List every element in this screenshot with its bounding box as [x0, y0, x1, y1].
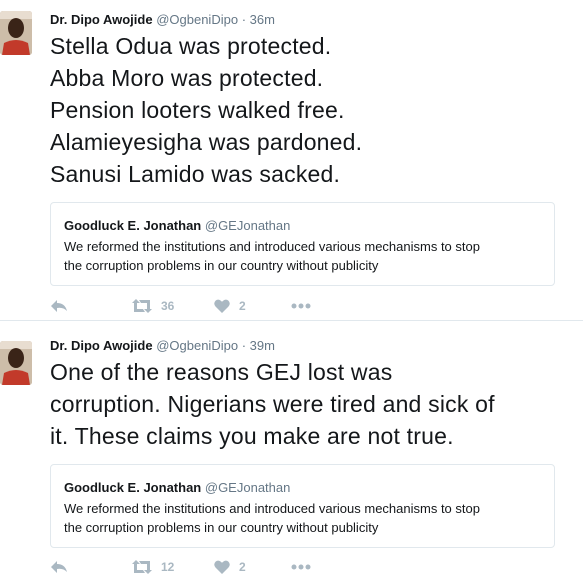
timestamp[interactable]: 36m [250, 12, 275, 27]
quoted-text-line: the corruption problems in our country w… [64, 520, 379, 535]
retweet-count: 36 [161, 299, 175, 313]
like-button[interactable]: 2 [214, 296, 246, 316]
tweet-text-line: Abba Moro was protected. [50, 65, 324, 91]
quoted-tweet[interactable]: Goodluck E. Jonathan @GEJonathan We refo… [50, 464, 555, 548]
quoted-tweet-text: We reformed the institutions and introdu… [64, 499, 544, 537]
author-fullname[interactable]: Dr. Dipo Awojide [50, 12, 153, 27]
retweet-icon [132, 299, 152, 313]
quoted-tweet[interactable]: Goodluck E. Jonathan @GEJonathan We refo… [50, 202, 555, 286]
tweet-text-line: it. These claims you make are not true. [50, 423, 454, 449]
quoted-author-username: @GEJonathan [204, 480, 291, 495]
reply-button[interactable] [50, 296, 68, 316]
avatar[interactable] [0, 341, 32, 385]
more-icon [291, 303, 311, 309]
tweet-actions: 36 2 [50, 296, 470, 316]
like-count: 2 [239, 299, 246, 313]
quoted-text-line: We reformed the institutions and introdu… [64, 501, 480, 516]
tweet-header: Dr. Dipo Awojide @OgbeniDipo · 39m [50, 338, 275, 354]
retweet-icon [132, 560, 152, 574]
reply-icon [51, 300, 67, 312]
tweet-actions: 12 2 [50, 557, 470, 577]
timestamp[interactable]: 39m [250, 338, 275, 353]
separator: · [241, 338, 247, 353]
tweet[interactable]: Dr. Dipo Awojide @OgbeniDipo · 39m One o… [0, 321, 583, 574]
tweet-text: Stella Odua was protected. Abba Moro was… [50, 30, 575, 190]
retweet-count: 12 [161, 560, 175, 574]
quoted-tweet-header: Goodluck E. Jonathan @GEJonathan [64, 480, 290, 495]
quoted-author-fullname: Goodluck E. Jonathan [64, 218, 202, 233]
tweet-text-line: Stella Odua was protected. [50, 33, 332, 59]
author-username[interactable]: @OgbeniDipo [156, 12, 238, 27]
like-count: 2 [239, 560, 246, 574]
reply-button[interactable] [50, 557, 68, 577]
quoted-author-fullname: Goodluck E. Jonathan [64, 480, 202, 495]
heart-icon [214, 560, 230, 574]
quoted-text-line: the corruption problems in our country w… [64, 258, 379, 273]
tweet-text-line: Sanusi Lamido was sacked. [50, 161, 341, 187]
heart-icon [214, 299, 230, 313]
tweet[interactable]: Dr. Dipo Awojide @OgbeniDipo · 36m Stell… [0, 0, 583, 321]
tweet-text-line: corruption. Nigerians were tired and sic… [50, 391, 495, 417]
tweet-header: Dr. Dipo Awojide @OgbeniDipo · 36m [50, 12, 275, 28]
quoted-tweet-header: Goodluck E. Jonathan @GEJonathan [64, 218, 290, 233]
quoted-author-username: @GEJonathan [204, 218, 291, 233]
tweet-text-line: Pension looters walked free. [50, 97, 345, 123]
more-button[interactable] [291, 296, 311, 316]
more-icon [291, 564, 311, 570]
retweet-button[interactable]: 12 [132, 557, 174, 577]
like-button[interactable]: 2 [214, 557, 246, 577]
tweet-text-line: One of the reasons GEJ lost was [50, 359, 393, 385]
reply-icon [51, 561, 67, 573]
tweet-text: One of the reasons GEJ lost was corrupti… [50, 356, 575, 452]
tweet-text-line: Alamieyesigha was pardoned. [50, 129, 363, 155]
retweet-button[interactable]: 36 [132, 296, 174, 316]
more-button[interactable] [291, 557, 311, 577]
avatar[interactable] [0, 11, 32, 55]
author-fullname[interactable]: Dr. Dipo Awojide [50, 338, 153, 353]
separator: · [241, 12, 247, 27]
quoted-text-line: We reformed the institutions and introdu… [64, 239, 480, 254]
quoted-tweet-text: We reformed the institutions and introdu… [64, 237, 544, 275]
author-username[interactable]: @OgbeniDipo [156, 338, 238, 353]
